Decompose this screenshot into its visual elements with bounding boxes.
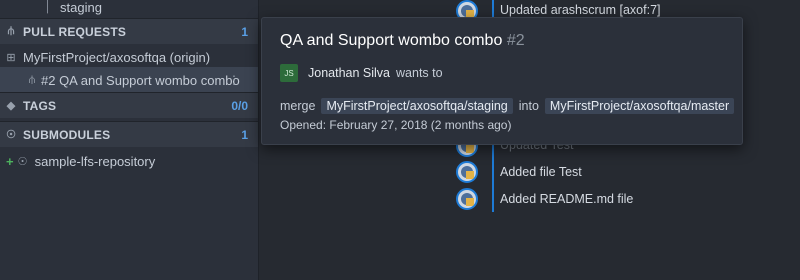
into-word: into: [518, 99, 539, 113]
branch-label: staging: [60, 0, 102, 15]
merge-description: merge MyFirstProject/axosoftqa/staging i…: [280, 98, 740, 114]
left-panel: │ staging ⫛ PULL REQUESTS 1 ⊞ MyFirstPro…: [0, 0, 259, 280]
wants-to-text: wants to: [396, 66, 443, 80]
submodules-header[interactable]: ☉ SUBMODULES 1: [0, 121, 258, 147]
submodule-item-row[interactable]: + ☉ sample-lfs-repository: [0, 148, 258, 174]
more-options-icon[interactable]: ⋮: [228, 73, 240, 87]
pull-requests-count: 1: [241, 24, 248, 39]
tags-label: TAGS: [23, 98, 57, 113]
pr-item-row[interactable]: ⫛ #2 QA and Support wombo combo ⋮: [0, 67, 258, 93]
branch-staging[interactable]: │ staging: [0, 0, 258, 20]
pull-requests-label: PULL REQUESTS: [23, 24, 127, 39]
pr-remote-label: MyFirstProject/axosoftqa (origin): [23, 49, 211, 65]
commit-message[interactable]: Added file Test: [500, 165, 582, 179]
commit-avatar[interactable]: [456, 161, 478, 183]
pr-title: QA and Support wombo combo #2: [280, 32, 525, 50]
pull-requests-header[interactable]: ⫛ PULL REQUESTS 1: [0, 18, 258, 44]
pr-item-label: #2 QA and Support wombo combo: [41, 72, 240, 88]
pull-request-icon: ⫛: [28, 73, 36, 86]
submodule-icon: ☉: [17, 155, 28, 168]
pr-opened-date: Opened: February 27, 2018 (2 months ago): [280, 118, 512, 132]
submodule-icon: ☉: [6, 129, 16, 141]
commit-avatar[interactable]: [456, 188, 478, 210]
branch-icon: │: [44, 1, 52, 13]
author-name: Jonathan Silva: [308, 66, 391, 80]
commit-message[interactable]: Added README.md file: [500, 192, 633, 206]
merge-word: merge: [280, 99, 316, 113]
target-branch-chip: MyFirstProject/axosoftqa/master: [544, 98, 735, 114]
submodule-item-label: sample-lfs-repository: [34, 153, 156, 169]
add-icon[interactable]: +: [6, 154, 14, 169]
tags-count: 0/0: [231, 98, 248, 113]
author-avatar: JS: [280, 64, 298, 82]
pr-author-row: JS Jonathan Silva wants to: [280, 64, 443, 82]
windows-icon: ⊞: [6, 51, 16, 64]
pr-title-text: QA and Support wombo combo: [280, 32, 503, 49]
pr-number: #2: [506, 32, 525, 49]
commit-message[interactable]: Updated arashscrum [axof:7]: [500, 3, 661, 17]
source-branch-chip: MyFirstProject/axosoftqa/staging: [321, 98, 513, 114]
submodules-label: SUBMODULES: [23, 127, 111, 142]
submodules-count: 1: [241, 127, 248, 142]
pull-request-icon: ⫛: [7, 25, 15, 37]
tag-icon: ◆: [6, 100, 16, 112]
tags-header[interactable]: ◆ TAGS 0/0: [0, 92, 258, 118]
pull-request-tooltip: QA and Support wombo combo #2 JS Jonatha…: [261, 17, 743, 145]
